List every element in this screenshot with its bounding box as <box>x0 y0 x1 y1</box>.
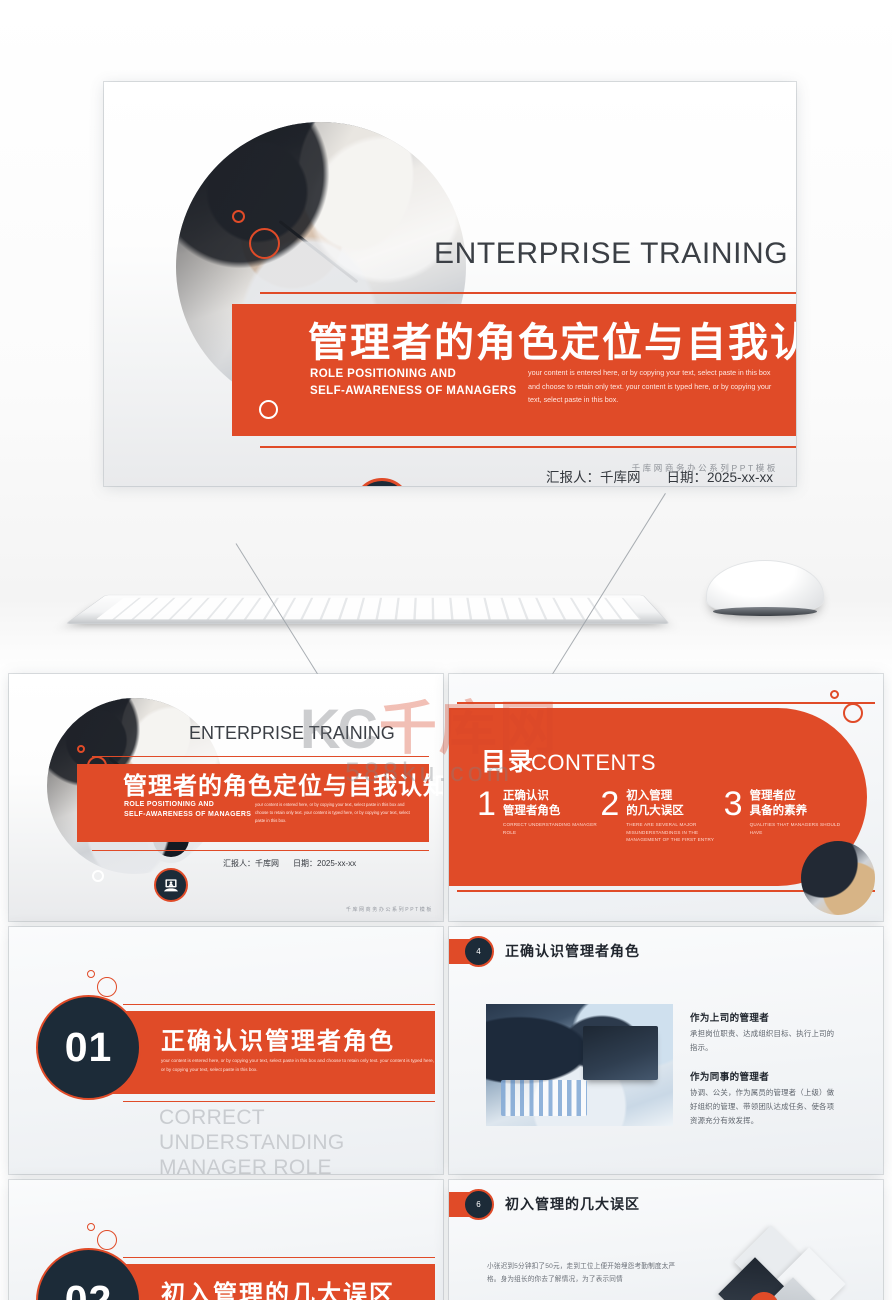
hero-subtitle-line2: SELF-AWARENESS OF MANAGERS <box>310 384 517 397</box>
contents-item-cn-line2: 的几大误区 <box>626 804 684 817</box>
contents-item-cn-line2: 管理者角色 <box>502 804 561 817</box>
contents-item-en: QUALITIES THAT MANAGERS SHOULD HAVE <box>749 822 841 835</box>
t1-bottom-rule <box>92 850 429 851</box>
contents-item-list: 1 正确认识 管理者角色 CORRECT UNDERSTANDING MANAG… <box>477 785 847 843</box>
t1-chinese-title: 管理者的角色定位与自我认知 <box>123 773 443 800</box>
keyboard-keys <box>96 597 641 620</box>
contents-item-number: 2 <box>600 785 620 823</box>
laptop-shape <box>583 1025 659 1080</box>
page04-block-body: 承担岗位职责、达成组织目标、执行上司的指示。 <box>690 1029 835 1053</box>
section01-top-rule <box>123 1004 435 1006</box>
decor-ring-small-icon <box>232 210 245 223</box>
contents-decor-ring-small-icon <box>830 690 839 699</box>
section02-title: 初入管理的几大误区 <box>161 1281 395 1300</box>
contents-photo-circle <box>801 841 875 915</box>
page04-photo <box>486 1004 673 1126</box>
contents-decor-ring-large-icon <box>843 703 863 723</box>
contents-item-cn-line1: 正确认识 <box>502 790 549 802</box>
hero-footer-text: 千库网商务办公系列PPT模板 <box>631 463 778 473</box>
section01-title: 正确认识管理者角色 <box>161 1028 395 1055</box>
page04-block-body: 协调、公关，作为属员的管理者（上级）做好组织的管理、带领团队达成任务、使各项资源… <box>690 1088 835 1126</box>
decor-ring-large-icon <box>249 228 280 259</box>
t1-decor-ring-small-icon <box>77 745 85 753</box>
chart-papers-shape <box>500 1079 587 1117</box>
page06-body: 小张迟到5分钟扣了50元，走到工位上便开始埋怨考勤制度太严格。身为组长的你去了解… <box>487 1263 676 1284</box>
hero-top-rule <box>260 292 796 294</box>
contents-item-cn-line2: 具备的素养 <box>749 804 808 817</box>
decor-ring-white-icon <box>259 400 278 419</box>
thumbnail-content-04-slide[interactable]: 4 正确认识管理者角色 作为上司的管理者 承担岗位职责、达成组织目标、执行上司的… <box>449 927 883 1174</box>
contents-heading: 目录CONTENTS <box>481 742 656 778</box>
section01-english-line2: MANAGER ROLE <box>159 1156 332 1174</box>
contents-top-rule <box>457 702 875 704</box>
hero-english-title: ENTERPRISE TRAINING <box>434 237 789 270</box>
thumbnail-section-01-slide[interactable]: 01 正确认识管理者角色 your content is entered her… <box>9 927 443 1174</box>
keyboard-device <box>65 562 670 624</box>
hero-presenter: 汇报人：千库网 <box>546 470 641 485</box>
contents-heading-cn: 目录 <box>481 748 536 776</box>
hero-subtitle-line1: ROLE POSITIONING AND <box>310 368 457 380</box>
contents-item[interactable]: 2 初入管理 的几大误区 THERE ARE SEVERAL MAJOR MIS… <box>600 785 723 843</box>
page04-number-badge: 4 <box>463 936 494 967</box>
contents-item-cn-line1: 初入管理 <box>626 790 673 802</box>
hero-bottom-rule <box>260 446 796 448</box>
contents-item-number: 3 <box>723 785 743 823</box>
section02-decor-ring-large-icon <box>97 1230 117 1250</box>
t1-paragraph: your content is entered here, or by copy… <box>255 802 410 823</box>
hero-chinese-title: 管理者的角色定位与自我认知 <box>308 321 796 365</box>
contents-item[interactable]: 3 管理者应 具备的素养 QUALITIES THAT MANAGERS SHO… <box>723 785 847 843</box>
hero-title-slide[interactable]: ENTERPRISE TRAINING 管理者的角色定位与自我认知 ROLE P… <box>104 82 796 486</box>
page-root: ENTERPRISE TRAINING 管理者的角色定位与自我认知 ROLE P… <box>0 0 892 1300</box>
t1-subtitle-line1: ROLE POSITIONING AND <box>124 801 215 808</box>
pen-shape <box>278 219 358 283</box>
page06-title: 初入管理的几大误区 <box>505 1196 640 1212</box>
page04-block-heading: 作为同事的管理者 <box>690 1072 770 1084</box>
contents-heading-en: CONTENTS <box>531 750 657 775</box>
section02-decor-ring-small-icon <box>87 1223 95 1231</box>
section02-number-badge: 02 <box>36 1248 141 1300</box>
t1-subtitle: ROLE POSITIONING AND SELF-AWARENESS OF M… <box>124 800 251 820</box>
section01-bottom-rule <box>123 1101 435 1103</box>
thumbnail-section-02-slide[interactable]: 02 初入管理的几大误区 <box>9 1180 443 1300</box>
t1-footer-text: 千库网商务办公系列PPT模板 <box>345 907 433 913</box>
section01-number-badge: 01 <box>36 995 141 1100</box>
t1-presenter: 汇报人：千库网 <box>223 859 279 868</box>
hero-paragraph: your content is entered here, or by copy… <box>528 368 772 405</box>
thumbnail-content-06-slide[interactable]: 6 初入管理的几大误区 小张迟到5分钟扣了50元，走到工位上便开始埋怨考勤制度太… <box>449 1180 883 1300</box>
contents-item-number: 1 <box>477 785 496 823</box>
thumbnail-title-slide[interactable]: ENTERPRISE TRAINING 管理者的角色定位与自我认知 ROLE P… <box>9 674 443 921</box>
t1-meta: 汇报人：千库网 日期：2025-xx-xx <box>223 858 356 869</box>
contents-item-cn-line1: 管理者应 <box>749 790 796 802</box>
page06-number-badge: 6 <box>463 1189 494 1220</box>
page04-block-heading: 作为上司的管理者 <box>690 1013 770 1024</box>
page04-text-column: 作为上司的管理者 承担岗位职责、达成组织目标、执行上司的指示。 作为同事的管理者… <box>690 1010 840 1128</box>
section01-paragraph: your content is entered here, or by copy… <box>161 1058 434 1073</box>
contents-item-en: CORRECT UNDERSTANDING MANAGER ROLE <box>502 822 597 835</box>
hero-subtitle: ROLE POSITIONING AND SELF-AWARENESS OF M… <box>310 366 517 399</box>
t1-decor-ring-white-icon <box>92 870 104 882</box>
section01-english-line1: CORRECT UNDERSTANDING <box>159 1106 345 1155</box>
section01-decor-ring-small-icon <box>87 970 95 978</box>
page06-diamond-photo-group <box>718 1225 847 1300</box>
t1-english-title: ENTERPRISE TRAINING <box>189 723 395 743</box>
mouse-device <box>706 560 824 616</box>
thumbnail-contents-slide[interactable]: 目录CONTENTS 1 正确认识 管理者角色 CORRECT UNDERSTA… <box>449 674 883 921</box>
section01-english-title: CORRECT UNDERSTANDING MANAGER ROLE <box>159 1105 439 1174</box>
t1-presentation-screen-icon <box>154 868 188 902</box>
keyboard-body <box>65 594 670 624</box>
contents-item-en: THERE ARE SEVERAL MAJOR MISUNDERSTANDING… <box>626 822 715 842</box>
t1-orange-band: 管理者的角色定位与自我认知 ROLE POSITIONING AND SELF-… <box>77 764 443 842</box>
t1-date: 日期：2025-xx-xx <box>293 859 357 868</box>
mouse-shadow <box>713 607 817 616</box>
contents-item[interactable]: 1 正确认识 管理者角色 CORRECT UNDERSTANDING MANAG… <box>477 785 600 843</box>
t1-subtitle-line2: SELF-AWARENESS OF MANAGERS <box>124 811 252 819</box>
hero-orange-band: 管理者的角色定位与自我认知 ROLE POSITIONING AND SELF-… <box>232 304 796 436</box>
section02-top-rule <box>123 1257 435 1259</box>
t1-top-rule <box>92 756 429 758</box>
section01-decor-ring-large-icon <box>97 977 117 997</box>
page04-title: 正确认识管理者角色 <box>505 943 640 959</box>
